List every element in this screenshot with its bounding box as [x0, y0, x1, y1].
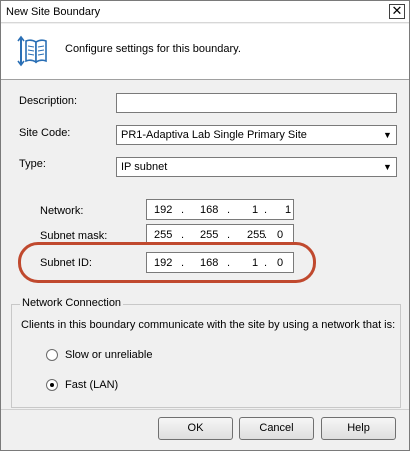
help-button[interactable]: Help: [321, 417, 396, 440]
description-label: Description:: [19, 95, 78, 107]
site-code-dropdown[interactable]: PR1-Adaptiva Lab Single Primary Site ▼: [116, 125, 397, 145]
ip-octet: 168: [200, 204, 219, 216]
footer-divider: [1, 409, 409, 410]
ip-octet: 192: [154, 204, 173, 216]
ip-octet: 1: [252, 204, 259, 216]
cancel-button[interactable]: Cancel: [239, 417, 314, 440]
network-connection-title: Network Connection: [20, 297, 124, 309]
ip-separator: .: [227, 204, 231, 216]
ip-separator: .: [181, 229, 185, 241]
type-value: IP subnet: [121, 161, 168, 173]
network-connection-description: Clients in this boundary communicate wit…: [21, 319, 396, 331]
ip-separator: .: [264, 229, 268, 241]
network-label: Network:: [40, 205, 84, 217]
subnet-mask-label: Subnet mask:: [40, 230, 108, 242]
radio-slow-label[interactable]: Slow or unreliable: [65, 349, 152, 361]
site-code-value: PR1-Adaptiva Lab Single Primary Site: [121, 129, 307, 141]
ip-octet: 1: [285, 204, 292, 216]
ok-button[interactable]: OK: [158, 417, 233, 440]
site-code-label: Site Code:: [19, 127, 71, 139]
radio-selected-dot: [50, 383, 54, 387]
chevron-down-icon[interactable]: ▼: [379, 158, 396, 176]
ip-octet: 255: [200, 229, 219, 241]
ip-octet: 255: [247, 229, 266, 241]
ip-separator: .: [227, 229, 231, 241]
chevron-down-icon[interactable]: ▼: [379, 126, 396, 144]
window-title: New Site Boundary: [6, 6, 101, 18]
ip-separator: .: [264, 204, 268, 216]
radio-fast-label[interactable]: Fast (LAN): [65, 379, 118, 391]
ip-octet: 255: [154, 229, 173, 241]
close-button[interactable]: ✕: [389, 4, 405, 19]
header-description: Configure settings for this boundary.: [65, 43, 241, 55]
ip-separator: .: [181, 204, 185, 216]
title-bar: New Site Boundary ✕: [1, 1, 409, 23]
dialog-window: New Site Boundary ✕ Configure settings f…: [0, 0, 410, 451]
type-label: Type:: [19, 158, 46, 170]
subnet-id-highlight-ring: [18, 242, 316, 283]
radio-fast-lan[interactable]: [46, 379, 58, 391]
type-dropdown[interactable]: IP subnet ▼: [116, 157, 397, 177]
description-field[interactable]: [116, 93, 397, 113]
dialog-header: Configure settings for this boundary.: [1, 24, 409, 80]
network-ip-field[interactable]: 192 . 168 . 1 . 1: [146, 199, 294, 220]
ip-octet: 0: [277, 229, 284, 241]
radio-slow-or-unreliable[interactable]: [46, 349, 58, 361]
book-icon: [17, 35, 47, 67]
close-icon: ✕: [391, 3, 403, 18]
